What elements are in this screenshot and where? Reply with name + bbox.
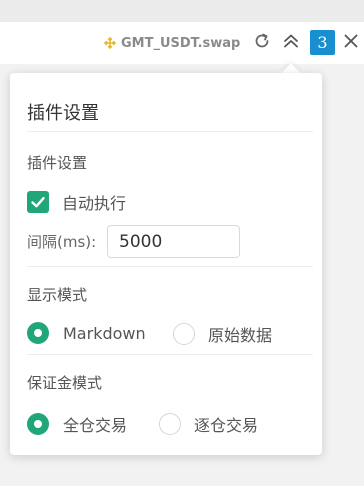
popover-title: 插件设置	[27, 103, 99, 124]
margin-option-cross[interactable]: 全仓交易	[27, 412, 127, 436]
margin-option-isolated[interactable]: 逐仓交易	[159, 412, 258, 436]
option-label: 逐仓交易	[194, 416, 259, 435]
plugin-section-title: 插件设置	[27, 154, 88, 172]
radio-isolated-margin[interactable]	[159, 413, 181, 435]
interval-input[interactable]	[107, 225, 240, 258]
margin-section-title: 保证金模式	[27, 374, 103, 392]
interval-label: 间隔(ms):	[27, 233, 97, 251]
refresh-button[interactable]	[251, 30, 273, 52]
refresh-icon	[255, 33, 269, 48]
symbol-tag[interactable]: GMT_USDT.swap	[104, 32, 240, 54]
double-chevron-up-icon	[284, 34, 298, 48]
top-strip	[0, 0, 364, 22]
divider	[27, 266, 313, 267]
close-button[interactable]	[340, 30, 362, 52]
count-badge[interactable]: 3	[310, 30, 335, 55]
divider	[27, 354, 313, 355]
plugin-settings-popover: 插件设置 插件设置 自动执行 间隔(ms): 显示模式 Markdown 原始数…	[10, 73, 322, 455]
option-label: 原始数据	[208, 326, 273, 345]
collapse-button[interactable]	[280, 30, 302, 52]
auto-execute-label: 自动执行	[62, 194, 127, 213]
binance-diamond-icon	[104, 37, 116, 49]
display-option-raw[interactable]: 原始数据	[173, 322, 272, 346]
display-section-title: 显示模式	[27, 286, 88, 304]
option-label: Markdown	[63, 323, 146, 343]
auto-execute-checkbox[interactable]	[27, 191, 49, 213]
checkmark-icon	[31, 197, 45, 208]
radio-markdown[interactable]	[27, 322, 49, 344]
radio-raw-data[interactable]	[173, 323, 195, 345]
interval-row: 间隔(ms):	[27, 231, 96, 252]
option-label: 全仓交易	[63, 416, 128, 435]
symbol-label: GMT_USDT.swap	[121, 35, 241, 51]
divider	[27, 131, 313, 132]
close-icon	[344, 34, 358, 48]
auto-execute-row[interactable]: 自动执行	[27, 190, 126, 214]
radio-cross-margin[interactable]	[27, 413, 49, 435]
display-option-markdown[interactable]: Markdown	[27, 322, 146, 344]
header-bar: GMT_USDT.swap 3	[0, 22, 364, 64]
